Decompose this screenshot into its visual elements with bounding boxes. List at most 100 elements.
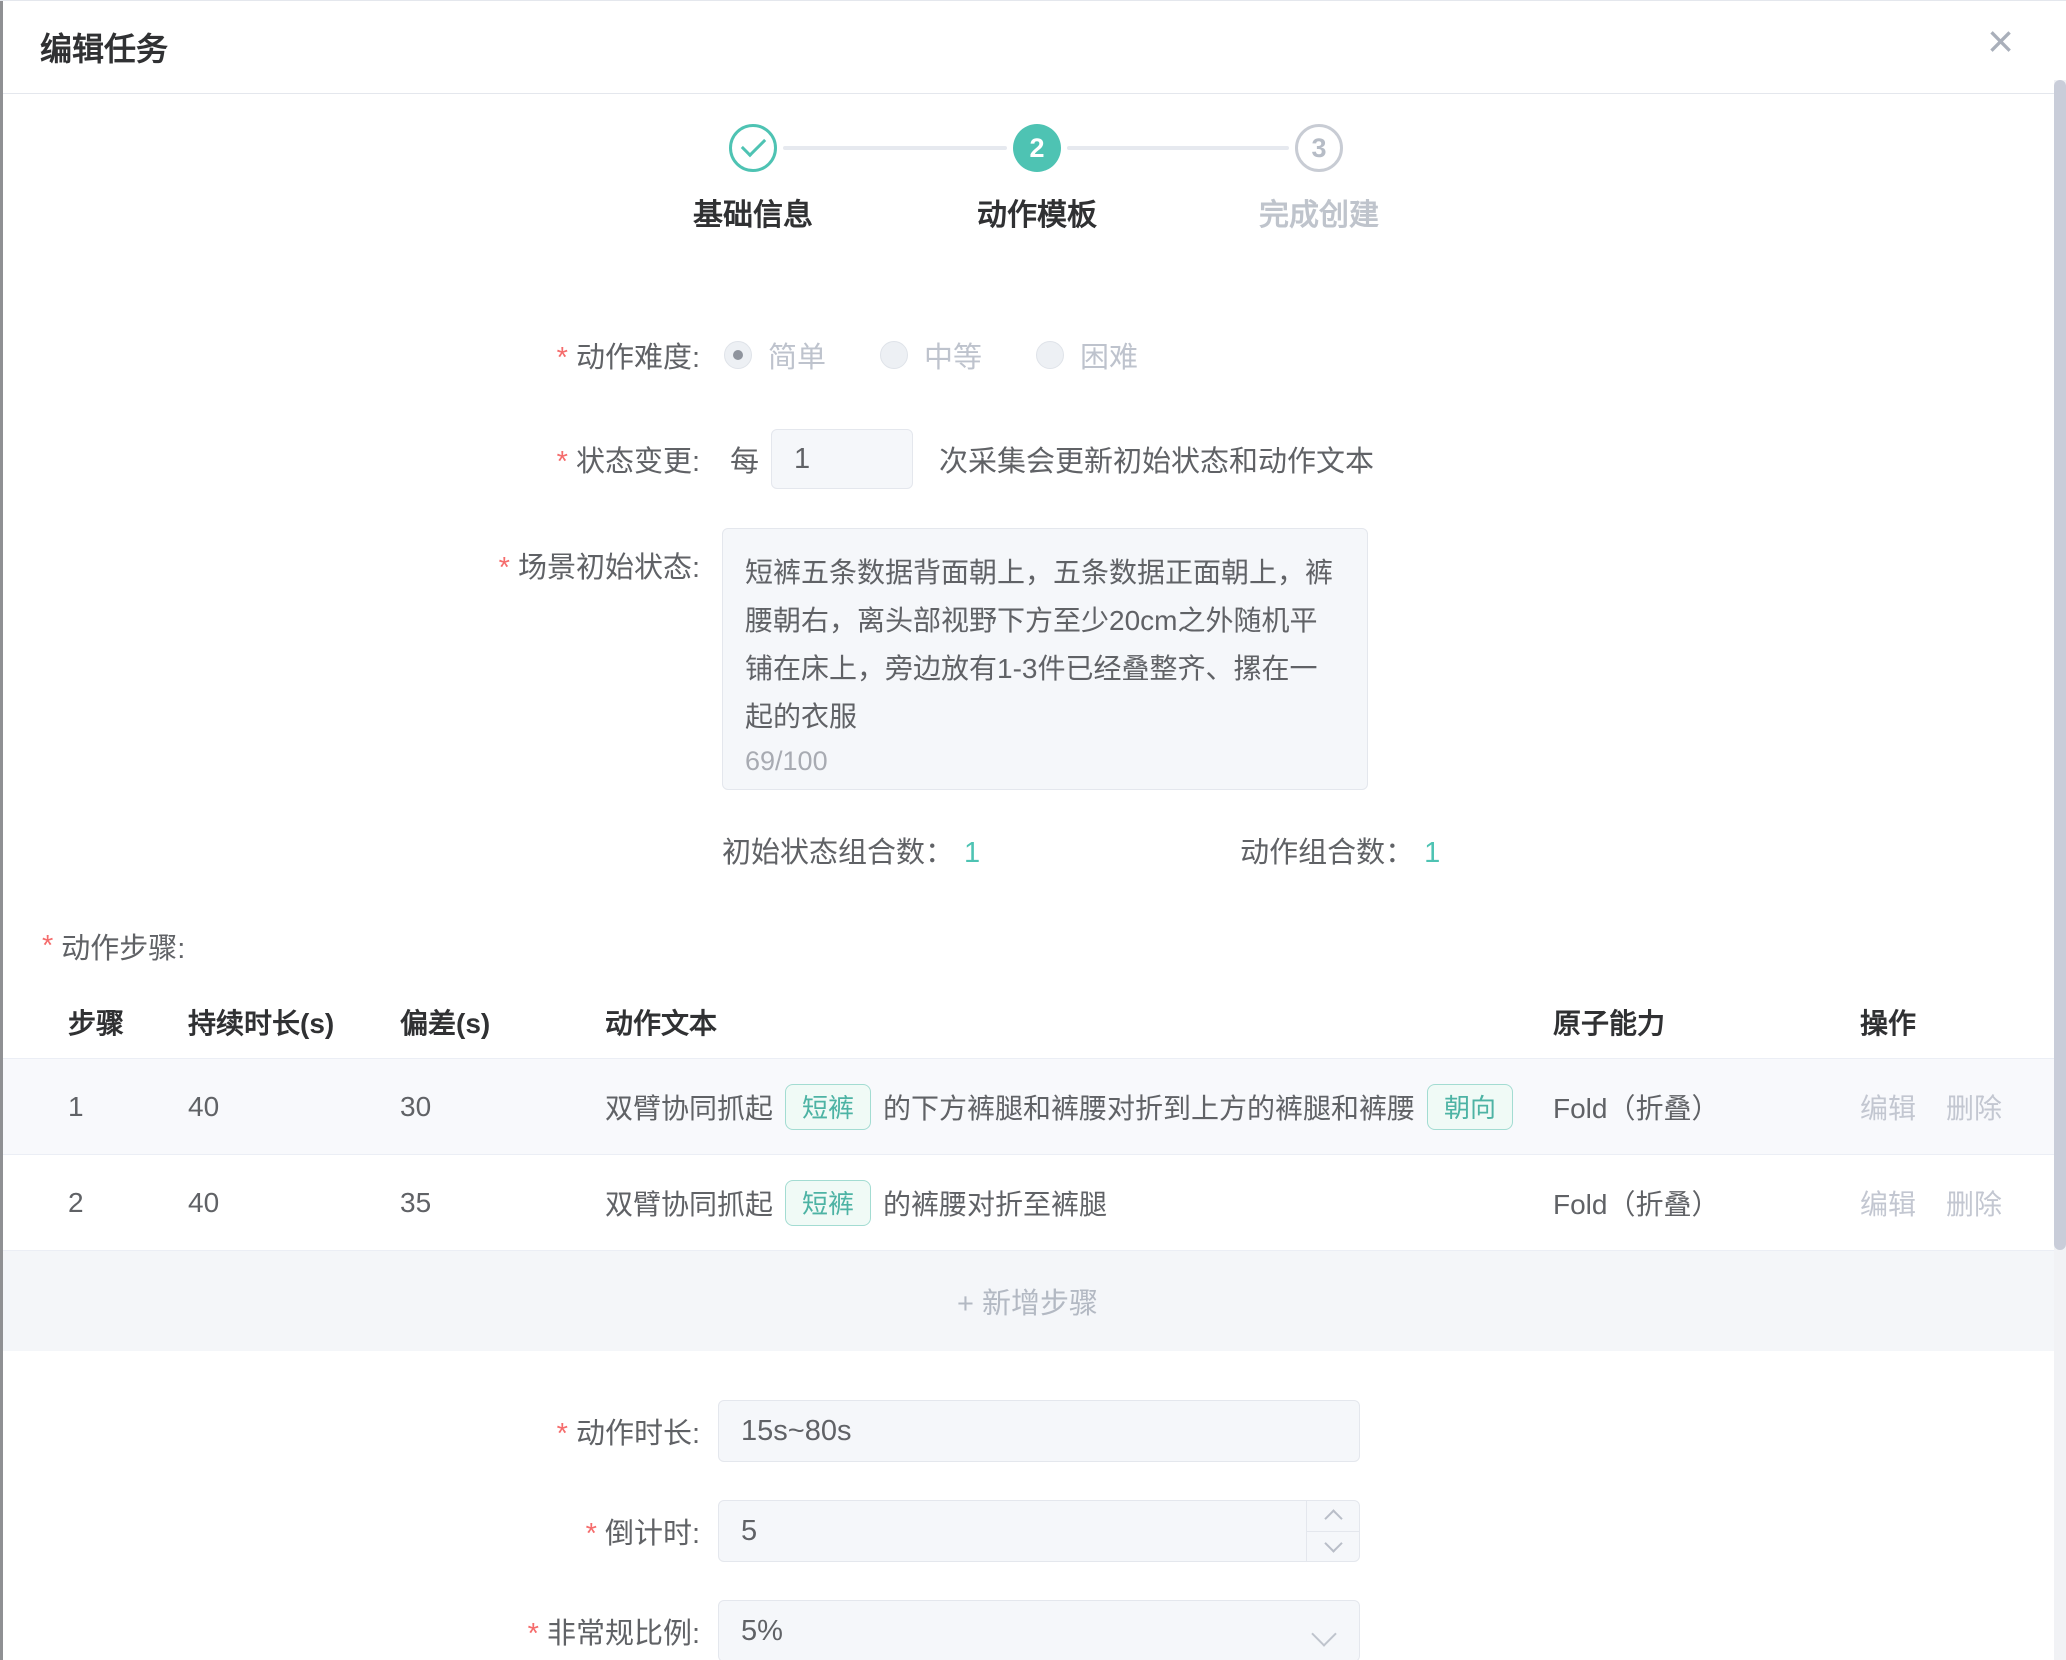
char-counter: 69/100 [745,748,828,775]
spinner-up-button[interactable] [1307,1501,1359,1532]
dialog-title: 编辑任务 [40,24,168,70]
step-connector [1067,146,1289,150]
deviation-cell: 35 [400,1187,605,1219]
dialog-body: 2 3 基础信息 动作模板 完成创建 *动作难度: 简单中等困难 *状态变更: … [0,94,2066,1660]
action-combo-value: 1 [1424,837,1440,869]
required-asterisk: * [557,446,568,478]
radio-circle-icon [1036,341,1064,369]
initial-state-text: 短裤五条数据背面朝上，五条数据正面朝上，裤腰朝右，离头部视野下方至少20cm之外… [745,557,1333,732]
state-change-row: *状态变更: 每 次采集会更新初始状态和动作文本 [0,428,2066,490]
required-asterisk: * [557,342,568,374]
difficulty-label: *动作难度: [0,334,700,376]
table-row: 24035双臂协同抓起短裤的裤腰对折至裤腿Fold（折叠）编辑删除 [0,1155,2055,1251]
scrollbar-track[interactable] [2054,80,2066,1660]
action-text-cell: 双臂协同抓起短裤的裤腰对折至裤腿 [605,1180,1553,1226]
ability-cell: Fold（折叠） [1553,1087,1860,1127]
required-asterisk: * [586,1518,597,1550]
header-duration: 持续时长(s) [188,1002,400,1042]
edit-button[interactable]: 编辑 [1860,1183,1916,1223]
duration-cell: 40 [188,1187,400,1219]
required-asterisk: * [557,1418,568,1450]
action-steps-table: 步骤 持续时长(s) 偏差(s) 动作文本 原子能力 操作 14030双臂协同抓… [0,986,2055,1351]
step-connector [783,146,1007,150]
initial-state-textarea[interactable]: 短裤五条数据背面朝上，五条数据正面朝上，裤腰朝右，离头部视野下方至少20cm之外… [722,528,1368,790]
unusual-ratio-select[interactable]: 5% [718,1600,1360,1660]
radio-circle-icon [880,341,908,369]
dialog-header: 编辑任务 × [0,0,2066,94]
delete-button[interactable]: 删除 [1946,1087,2002,1127]
table-header-row: 步骤 持续时长(s) 偏差(s) 动作文本 原子能力 操作 [0,986,2055,1059]
required-asterisk: * [499,552,510,584]
header-step: 步骤 [68,1002,188,1042]
radio-option-label: 中等 [924,334,982,376]
window-top-edge [0,0,2066,1]
difficulty-row: *动作难度: 简单 中等 困难 [0,324,2066,386]
initial-combo-value: 1 [964,837,980,869]
initial-state-row: *场景初始状态: 短裤五条数据背面朝上，五条数据正面朝上，裤腰朝右，离头部视野下… [0,528,2066,790]
action-text: 的下方裤腿和裤腰对折到上方的裤腿和裤腰 [883,1087,1415,1127]
radio-option[interactable]: 困难 [1036,334,1138,376]
action-text: 双臂协同抓起 [605,1087,773,1127]
countdown-input[interactable]: 5 [718,1500,1360,1562]
step-cell: 1 [68,1091,188,1123]
deviation-cell: 30 [400,1091,605,1123]
operations-cell: 编辑删除 [1860,1087,2025,1127]
spinner-down-button[interactable] [1307,1532,1359,1562]
close-icon[interactable]: × [1987,18,2014,64]
chevron-down-icon [1311,1621,1336,1646]
edit-button[interactable]: 编辑 [1860,1087,1916,1127]
step-3-number: 3 [1311,133,1326,164]
action-duration-input[interactable]: 15s~80s [718,1400,1360,1462]
step-1-circle [729,124,777,172]
entity-tag: 短裤 [785,1084,871,1130]
state-change-input[interactable] [771,429,913,489]
radio-circle-icon [724,341,752,369]
chevron-up-icon [1324,1510,1342,1528]
check-icon [740,132,765,157]
action-text: 的裤腰对折至裤腿 [883,1183,1107,1223]
step-2-circle: 2 [1013,124,1061,172]
chevron-down-icon [1324,1534,1342,1552]
radio-option-label: 困难 [1080,334,1138,376]
action-duration-row: *动作时长: 15s~80s [0,1399,2066,1463]
initial-combo-count: 初始状态组合数：1 [722,829,980,871]
operations-cell: 编辑删除 [1860,1183,2025,1223]
add-step-button[interactable]: + 新增步骤 [0,1251,2055,1351]
combo-counts-row: 初始状态组合数：1 动作组合数：1 [0,832,2066,868]
action-duration-label: *动作时长: [0,1410,700,1452]
ability-cell: Fold（折叠） [1553,1183,1860,1223]
state-change-suffix: 次采集会更新初始状态和动作文本 [939,438,1374,480]
entity-tag: 短裤 [785,1180,871,1226]
action-text-cell: 双臂协同抓起短裤的下方裤腿和裤腰对折到上方的裤腿和裤腰朝向 [605,1084,1553,1130]
initial-state-label: *场景初始状态: [0,528,700,586]
countdown-label: *倒计时: [0,1510,700,1552]
radio-option[interactable]: 中等 [880,334,982,376]
header-action-text: 动作文本 [605,1002,1553,1042]
step-cell: 2 [68,1187,188,1219]
step-2-number: 2 [1029,133,1044,164]
difficulty-options: 简单 中等 困难 [724,334,1138,376]
number-spinner [1306,1501,1359,1561]
state-change-label: *状态变更: [0,438,700,480]
radio-option[interactable]: 简单 [724,334,826,376]
action-text: 双臂协同抓起 [605,1183,773,1223]
state-change-prefix: 每 [730,438,759,480]
table-row: 14030双臂协同抓起短裤的下方裤腿和裤腰对折到上方的裤腿和裤腰朝向Fold（折… [0,1059,2055,1155]
unusual-ratio-row: *非常规比例: 5% [0,1599,2066,1660]
countdown-row: *倒计时: 5 [0,1499,2066,1563]
header-deviation: 偏差(s) [400,1002,605,1042]
step-2-label: 动作模板 [917,190,1157,234]
scrollbar-thumb[interactable] [2054,80,2066,1250]
step-3-circle: 3 [1295,124,1343,172]
window-left-edge [0,0,3,1660]
duration-cell: 40 [188,1091,400,1123]
action-steps-label: *动作步骤: [42,928,2066,964]
radio-option-label: 简单 [768,334,826,376]
header-ability: 原子能力 [1553,1002,1860,1042]
step-3-label: 完成创建 [1199,190,1439,234]
required-asterisk: * [528,1618,539,1650]
entity-tag: 朝向 [1427,1084,1513,1130]
header-operations: 操作 [1860,1002,2025,1042]
action-combo-count: 动作组合数：1 [1240,829,1440,871]
delete-button[interactable]: 删除 [1946,1183,2002,1223]
